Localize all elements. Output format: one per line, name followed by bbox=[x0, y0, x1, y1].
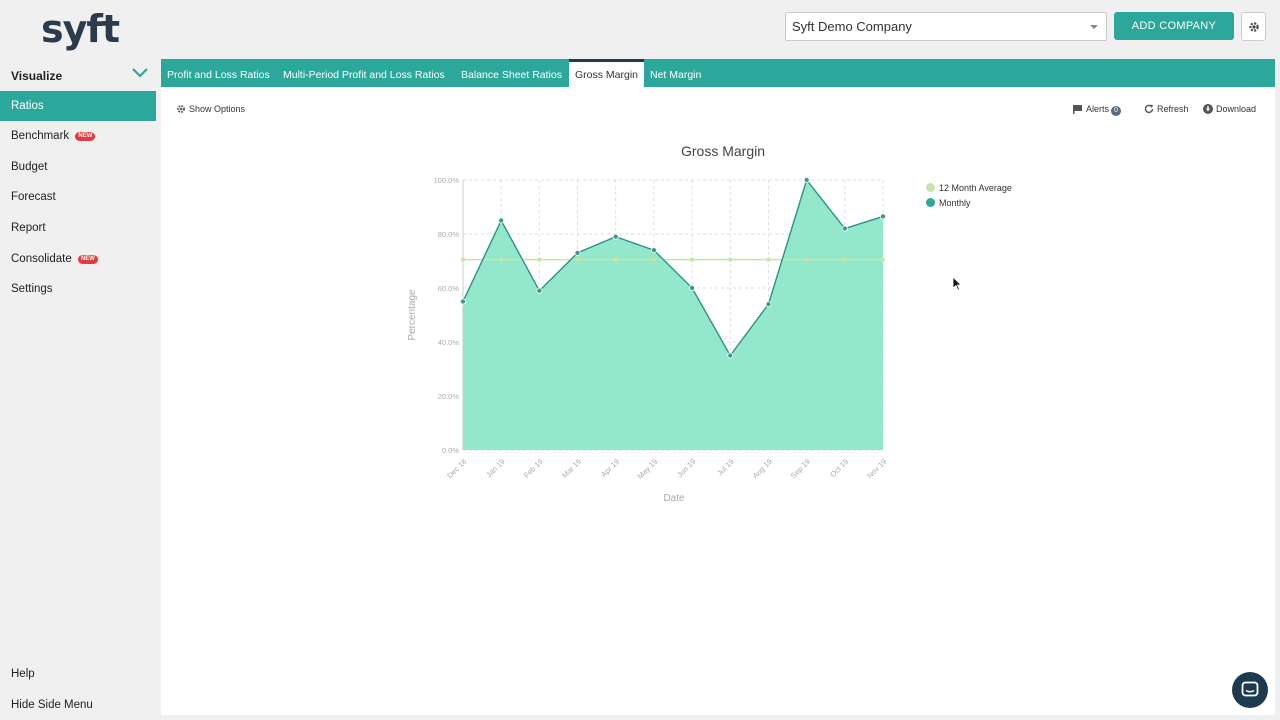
monthly-point bbox=[536, 287, 543, 294]
x-tick-label: Oct 19 bbox=[828, 457, 850, 479]
y-tick-label: 80.0% bbox=[438, 230, 460, 239]
average-point bbox=[575, 257, 580, 262]
x-tick-label: Nov 19 bbox=[865, 457, 888, 480]
monthly-point bbox=[841, 225, 848, 232]
average-point bbox=[766, 257, 771, 262]
mouse-cursor bbox=[953, 277, 962, 291]
average-point bbox=[689, 257, 695, 262]
average-point bbox=[842, 257, 848, 262]
sidebar-item-label: Consolidate bbox=[11, 253, 72, 265]
legend-swatch bbox=[926, 183, 935, 192]
series-area-monthly bbox=[463, 180, 883, 450]
monthly-point bbox=[498, 217, 505, 224]
sidebar-item-label: Settings bbox=[11, 283, 53, 295]
chevron-down-icon[interactable] bbox=[132, 68, 148, 78]
average-point bbox=[613, 257, 618, 262]
average-point bbox=[651, 257, 657, 262]
settings-button[interactable] bbox=[1241, 12, 1266, 41]
x-tick-label: May 19 bbox=[636, 457, 660, 481]
x-tick-label: Feb 19 bbox=[522, 457, 545, 480]
company-select-value: Syft Demo Company bbox=[792, 19, 912, 34]
legend-label: Monthly bbox=[939, 198, 971, 208]
sidebar-item-label: Report bbox=[11, 222, 46, 234]
y-tick-label: 60.0% bbox=[438, 284, 460, 293]
chart-title: Gross Margin bbox=[681, 143, 765, 159]
chat-icon bbox=[1241, 681, 1259, 697]
hide-side-menu-link[interactable]: Hide Side Menu bbox=[11, 699, 93, 711]
monthly-point bbox=[650, 247, 657, 254]
y-tick-label: 20.0% bbox=[438, 392, 460, 401]
y-tick-label: 40.0% bbox=[438, 338, 460, 347]
legend-swatch bbox=[926, 198, 935, 207]
chat-launcher-button[interactable] bbox=[1232, 672, 1268, 708]
average-point bbox=[804, 257, 809, 262]
sidebar-item-benchmark[interactable]: Benchmark NEW bbox=[0, 121, 156, 151]
average-point bbox=[460, 257, 466, 262]
y-tick-label: 0.0% bbox=[442, 446, 459, 455]
average-point bbox=[498, 257, 504, 262]
average-point bbox=[537, 257, 542, 262]
x-tick-label: Sep 19 bbox=[789, 457, 812, 480]
new-badge: NEW bbox=[77, 255, 98, 264]
monthly-point bbox=[880, 213, 887, 220]
sidebar-item-report[interactable]: Report bbox=[0, 213, 156, 243]
new-badge: NEW bbox=[75, 132, 96, 141]
gear-icon bbox=[1249, 22, 1259, 32]
legend-item-monthly[interactable]: Monthly bbox=[926, 196, 1012, 211]
logo-text: syft bbox=[41, 7, 120, 51]
average-point bbox=[728, 257, 733, 262]
sidebar-item-ratios[interactable]: Ratios bbox=[0, 91, 156, 121]
sidebar: Visualize Ratios Benchmark NEW Budget Fo… bbox=[0, 60, 160, 720]
legend-label: 12 Month Average bbox=[939, 183, 1012, 193]
main-panel: Profit and Loss Ratios Multi-Period Prof… bbox=[161, 59, 1275, 715]
x-tick-label: Jul 19 bbox=[715, 457, 736, 478]
chart-legend: 12 Month Average Monthly bbox=[926, 181, 1012, 211]
chevron-down-icon bbox=[1090, 25, 1098, 29]
monthly-point bbox=[612, 233, 619, 240]
monthly-point bbox=[765, 301, 772, 308]
sidebar-item-label: Forecast bbox=[11, 191, 56, 203]
sidebar-item-budget[interactable]: Budget bbox=[0, 152, 156, 182]
monthly-point bbox=[689, 284, 696, 291]
x-tick-label: Apr 19 bbox=[599, 457, 621, 479]
company-select[interactable]: Syft Demo Company bbox=[785, 12, 1107, 41]
sidebar-heading[interactable]: Visualize bbox=[11, 69, 62, 83]
sidebar-item-label: Benchmark bbox=[11, 130, 70, 142]
monthly-point bbox=[574, 249, 581, 256]
x-tick-label: Jan 19 bbox=[484, 457, 506, 479]
sidebar-item-forecast[interactable]: Forecast bbox=[0, 182, 156, 212]
sidebar-item-label: Budget bbox=[11, 161, 48, 173]
y-tick-label: 100.0% bbox=[434, 176, 460, 185]
x-tick-label: Mar 19 bbox=[560, 457, 583, 480]
legend-item-average[interactable]: 12 Month Average bbox=[926, 181, 1012, 196]
monthly-point bbox=[803, 177, 810, 184]
y-axis-label: Percentage bbox=[407, 289, 418, 341]
add-company-button[interactable]: ADD COMPANY bbox=[1114, 12, 1234, 40]
help-link[interactable]: Help bbox=[11, 668, 35, 680]
monthly-point bbox=[727, 352, 734, 359]
x-axis-label: Date bbox=[663, 493, 685, 504]
average-point bbox=[880, 257, 886, 262]
sidebar-item-consolidate[interactable]: Consolidate NEW bbox=[0, 244, 156, 274]
x-tick-label: Dec 18 bbox=[445, 457, 468, 480]
sidebar-item-settings[interactable]: Settings bbox=[0, 274, 156, 304]
x-tick-label: Aug 19 bbox=[751, 457, 774, 480]
gross-margin-chart: Gross Margin 0.0% 20.0% 40.0% 60.0% 80.0% 100.… bbox=[407, 143, 888, 504]
x-tick-label: Jun 19 bbox=[675, 457, 697, 479]
monthly-point bbox=[459, 298, 466, 305]
syft-logo[interactable]: syft bbox=[20, 5, 120, 51]
sidebar-item-label: Ratios bbox=[11, 100, 44, 112]
